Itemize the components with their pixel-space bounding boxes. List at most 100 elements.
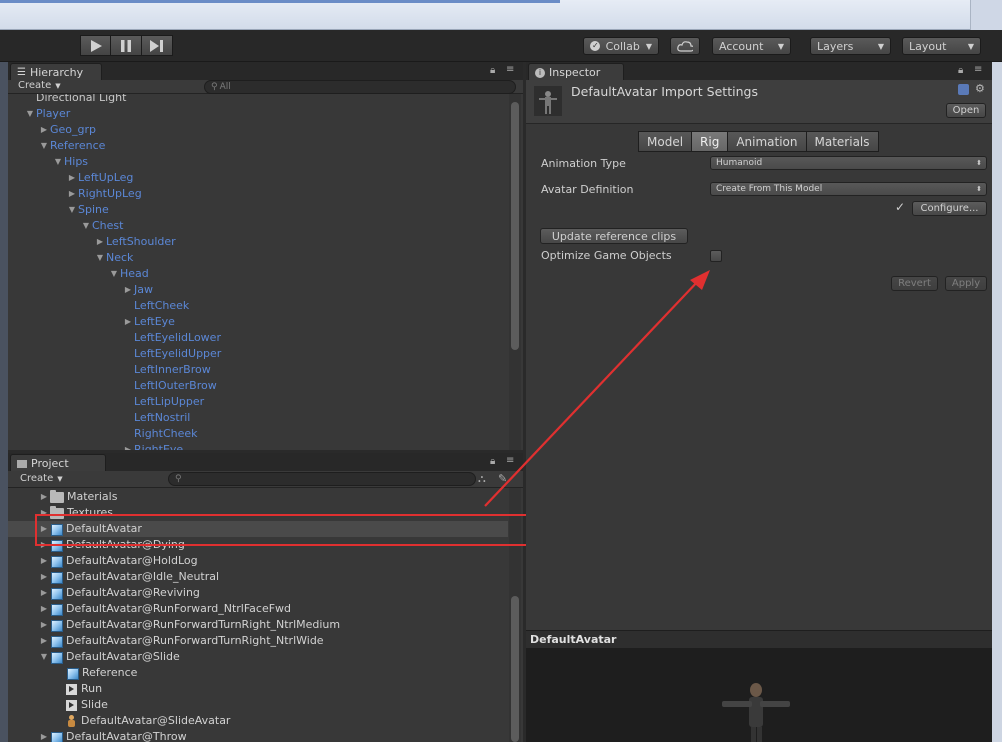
expanded-arrow-icon[interactable]: ▼ [52,154,64,170]
project-row[interactable]: Slide [8,697,508,713]
collapsed-arrow-icon[interactable]: ▶ [38,489,50,505]
hierarchy-row[interactable]: ▶ RightEye [122,442,183,450]
hierarchy-row[interactable]: Directional Light [24,94,126,106]
hierarchy-row[interactable]: LeftNostril [122,410,190,426]
project-scroll-thumb[interactable] [511,596,519,742]
hierarchy-row[interactable]: ▼ Neck [94,250,134,266]
panel-menu-icon[interactable]: ≡ [974,64,982,75]
hierarchy-create-button[interactable]: Create ▼ [18,80,61,91]
animation-type-dropdown[interactable]: Humanoid ⬍ [710,156,987,170]
collapsed-arrow-icon[interactable]: ▶ [38,729,50,742]
hierarchy-row[interactable]: LeftCheek [122,298,189,314]
filter-type-icon[interactable]: ⛬ [478,472,486,486]
project-row[interactable]: ▶ DefaultAvatar@HoldLog [8,553,508,569]
lock-icon[interactable]: 🔒︎ [958,65,963,76]
hierarchy-row[interactable]: RightCheek [122,426,198,442]
expanded-arrow-icon[interactable]: ▼ [80,218,92,234]
project-row[interactable]: ▶ DefaultAvatar@RunForwardTurnRight_NtrlM… [8,617,508,633]
help-icon[interactable] [958,84,969,95]
expanded-arrow-icon[interactable]: ▼ [38,138,50,154]
tab-animation[interactable]: Animation [728,131,807,152]
hierarchy-row[interactable]: ▶ LeftShoulder [94,234,176,250]
collapsed-arrow-icon[interactable]: ▶ [38,601,50,617]
lock-icon[interactable]: 🔒︎ [490,65,495,76]
hierarchy-search-input[interactable]: ⚲ All [204,80,516,94]
hierarchy-row[interactable]: ▶ Jaw [122,282,153,298]
collapsed-arrow-icon[interactable]: ▶ [94,234,106,250]
project-row[interactable]: ▶ DefaultAvatar@Idle_Neutral [8,569,508,585]
pause-button[interactable] [111,35,142,56]
hierarchy-row[interactable]: ▼ Player [24,106,70,122]
hierarchy-row[interactable]: ▶ LeftEye [122,314,175,330]
tab-project[interactable]: Project [10,454,106,472]
update-reference-clips-button[interactable]: Update reference clips [540,228,688,244]
collab-dropdown[interactable]: ✓ Collab ▼ [583,37,659,55]
hierarchy-row[interactable]: ▼ Reference [38,138,105,154]
project-create-button[interactable]: Create ▼ [20,473,63,484]
project-row[interactable]: ▶ DefaultAvatar@RunForwardTurnRight_NtrlW… [8,633,508,649]
project-row[interactable]: Run [8,681,508,697]
play-button[interactable] [80,35,111,56]
project-row[interactable]: ▶ DefaultAvatar@Throw [8,729,508,742]
hierarchy-row[interactable]: ▼ Head [108,266,149,282]
project-row[interactable]: ▶ DefaultAvatar@RunForward_NtrlFaceFwd [8,601,508,617]
tab-inspector[interactable]: i Inspector [528,63,624,81]
collapsed-arrow-icon[interactable]: ▶ [66,170,78,186]
step-button[interactable] [142,35,173,56]
collapsed-arrow-icon[interactable]: ▶ [122,282,134,298]
preview-viewport[interactable] [526,648,992,742]
project-row[interactable]: DefaultAvatar@SlideAvatar [8,713,508,729]
panel-menu-icon[interactable]: ≡ [506,64,514,75]
expanded-arrow-icon[interactable]: ▼ [66,202,78,218]
project-search-input[interactable]: ⚲ [168,472,476,486]
tab-hierarchy[interactable]: ☰ Hierarchy [10,63,102,81]
apply-button[interactable]: Apply [945,276,987,291]
project-row[interactable]: ▶ Materials [8,489,508,505]
hierarchy-scroll-thumb[interactable] [511,102,519,350]
tab-rig[interactable]: Rig [692,131,729,152]
open-button[interactable]: Open [946,103,986,118]
lock-icon[interactable]: 🔒︎ [490,456,495,467]
expanded-arrow-icon[interactable]: ▼ [94,250,106,266]
cloud-button[interactable] [670,37,700,55]
hierarchy-row[interactable]: LeftInnerBrow [122,362,211,378]
optimize-checkbox[interactable] [710,250,722,262]
expanded-arrow-icon[interactable]: ▼ [108,266,120,282]
filter-label-icon[interactable]: ✎ [498,472,507,485]
collapsed-arrow-icon[interactable]: ▶ [122,442,134,450]
hierarchy-row[interactable]: LeftEyelidUpper [122,346,221,362]
collapsed-arrow-icon[interactable]: ▶ [38,633,50,649]
tab-model[interactable]: Model [638,131,693,152]
collapsed-arrow-icon[interactable]: ▶ [38,553,50,569]
tab-materials[interactable]: Materials [806,131,879,152]
project-row[interactable]: Reference [8,665,508,681]
collapsed-arrow-icon[interactable]: ▶ [38,569,50,585]
collapsed-arrow-icon[interactable]: ▶ [38,122,50,138]
layers-dropdown[interactable]: Layers ▼ [810,37,891,55]
hierarchy-row[interactable]: LeftLipUpper [122,394,204,410]
configure-button[interactable]: Configure... [912,201,987,216]
expanded-arrow-icon[interactable]: ▼ [24,106,36,122]
collapsed-arrow-icon[interactable]: ▶ [38,585,50,601]
collapsed-arrow-icon[interactable]: ▶ [66,186,78,202]
hierarchy-row[interactable]: LeftEyelidLower [122,330,221,346]
avatar-definition-dropdown[interactable]: Create From This Model ⬍ [710,182,987,196]
hierarchy-scrollbar[interactable] [509,94,521,450]
hierarchy-row[interactable]: ▼ Chest [80,218,124,234]
panel-menu-icon[interactable]: ≡ [506,455,514,466]
layout-dropdown[interactable]: Layout ▼ [902,37,981,55]
revert-button[interactable]: Revert [891,276,938,291]
hierarchy-row[interactable]: ▼ Hips [52,154,88,170]
account-dropdown[interactable]: Account ▼ [712,37,791,55]
expanded-arrow-icon[interactable]: ▼ [38,649,50,665]
hierarchy-row[interactable]: ▶ RightUpLeg [66,186,142,202]
project-row[interactable]: ▶ DefaultAvatar@Reviving [8,585,508,601]
collapsed-arrow-icon[interactable]: ▶ [122,314,134,330]
hierarchy-row[interactable]: LeftIOuterBrow [122,378,217,394]
project-row[interactable]: ▼ DefaultAvatar@Slide [8,649,508,665]
hierarchy-row[interactable]: ▶ LeftUpLeg [66,170,134,186]
hierarchy-row[interactable]: ▶ Geo_grp [38,122,96,138]
collapsed-arrow-icon[interactable]: ▶ [38,617,50,633]
hierarchy-row[interactable]: ▼ Spine [66,202,109,218]
gear-icon[interactable]: ⚙ [975,82,985,95]
